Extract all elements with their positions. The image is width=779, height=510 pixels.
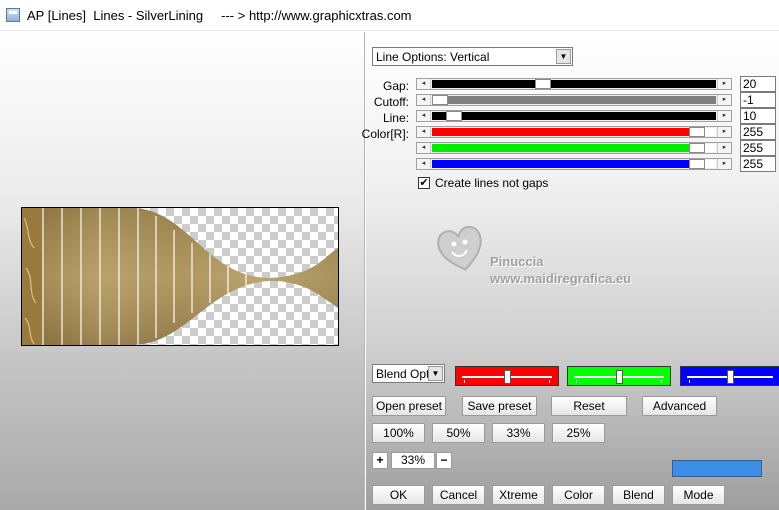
green-value-field[interactable]: 255	[740, 140, 776, 156]
heart-logo-icon	[437, 225, 482, 271]
zoom-25-button[interactable]: 25%	[552, 423, 605, 443]
zoom-in-button[interactable]: +	[372, 452, 388, 469]
gap-label: Gap:	[382, 79, 409, 93]
slider-thumb[interactable]	[446, 111, 462, 121]
line-label: Line:	[382, 111, 409, 125]
left-arrow-icon[interactable]: ◂	[417, 111, 431, 121]
create-lines-checkbox[interactable]: ✔	[418, 177, 430, 189]
green-slider-track[interactable]	[432, 143, 716, 153]
save-preset-button[interactable]: Save preset	[462, 396, 537, 416]
slider-thumb[interactable]	[689, 159, 705, 169]
slider-thumb[interactable]	[689, 127, 705, 137]
blue-value-field[interactable]: 255	[740, 156, 776, 172]
watermark: Pinuccia www.maidiregrafica.eu	[434, 222, 664, 292]
zoom-33-button[interactable]: 33%	[492, 423, 545, 443]
right-arrow-icon[interactable]: ▸	[717, 95, 731, 105]
preview-canvas	[22, 208, 338, 345]
slider-thumb[interactable]	[535, 79, 551, 89]
blue-blend-slider[interactable]	[680, 366, 779, 386]
gap-slider-track[interactable]	[432, 79, 716, 89]
tick-mark	[464, 380, 465, 383]
create-lines-label: Create lines not gaps	[435, 176, 549, 190]
ok-button[interactable]: OK	[372, 485, 425, 505]
gap-value-field[interactable]: 20	[740, 76, 776, 92]
cutoff-value-field[interactable]: -1	[740, 92, 776, 108]
green-blend-slider[interactable]	[567, 366, 671, 386]
blend-options-dropdown[interactable]: Blend Optio ▼	[372, 364, 445, 383]
blue-slider-track[interactable]	[432, 159, 716, 169]
mode-button[interactable]: Mode	[672, 485, 725, 505]
reset-button[interactable]: Reset	[551, 396, 627, 416]
left-arrow-icon[interactable]: ◂	[417, 143, 431, 153]
red-slider[interactable]: ◂ ▸	[416, 126, 732, 138]
right-arrow-icon[interactable]: ▸	[717, 159, 731, 169]
zoom-value-field[interactable]: 33%	[391, 452, 435, 469]
window-title: AP [Lines] Lines - SilverLining --- > ht…	[27, 8, 412, 23]
chevron-down-icon[interactable]: ▼	[556, 49, 571, 64]
zoom-out-button[interactable]: −	[436, 452, 452, 469]
color-swatch[interactable]	[672, 460, 762, 477]
watermark-url: www.maidiregrafica.eu	[490, 271, 632, 286]
title-bar: AP [Lines] Lines - SilverLining --- > ht…	[0, 0, 779, 31]
slider-fill	[432, 128, 689, 136]
slider-fill	[432, 144, 689, 152]
cancel-button[interactable]: Cancel	[432, 485, 485, 505]
line-slider-track[interactable]	[432, 111, 716, 121]
tick-mark	[576, 380, 577, 383]
chevron-down-icon[interactable]: ▼	[428, 366, 443, 381]
left-arrow-icon[interactable]: ◂	[417, 127, 431, 137]
color-r-label: Color[R]:	[361, 127, 409, 141]
slider-thumb[interactable]	[432, 95, 448, 105]
cutoff-slider[interactable]: ◂ ▸	[416, 94, 732, 106]
xtreme-button[interactable]: Xtreme	[492, 485, 545, 505]
zoom-100-button[interactable]: 100%	[372, 423, 425, 443]
red-blend-slider[interactable]	[455, 366, 559, 386]
cutoff-slider-track[interactable]	[432, 95, 716, 105]
right-arrow-icon[interactable]: ▸	[717, 143, 731, 153]
preview-image	[21, 207, 339, 346]
green-slider[interactable]: ◂ ▸	[416, 142, 732, 154]
blend-knob[interactable]	[504, 370, 511, 384]
tick-mark	[549, 380, 550, 383]
slider-fill	[432, 80, 535, 88]
slider-fill	[432, 112, 446, 120]
tick-mark	[689, 380, 690, 383]
right-arrow-icon[interactable]: ▸	[717, 127, 731, 137]
tick-mark	[661, 380, 662, 383]
line-options-value: Line Options: Vertical	[376, 50, 490, 64]
blend-knob[interactable]	[727, 370, 734, 384]
red-slider-track[interactable]	[432, 127, 716, 137]
cutoff-label: Cutoff:	[373, 95, 409, 109]
blend-button[interactable]: Blend	[612, 485, 665, 505]
blend-knob[interactable]	[616, 370, 623, 384]
right-arrow-icon[interactable]: ▸	[717, 79, 731, 89]
open-preset-button[interactable]: Open preset	[372, 396, 446, 416]
line-options-dropdown[interactable]: Line Options: Vertical ▼	[372, 47, 573, 66]
line-slider[interactable]: ◂ ▸	[416, 110, 732, 122]
advanced-button[interactable]: Advanced	[642, 396, 717, 416]
slider-fill	[432, 160, 689, 168]
watermark-name: Pinuccia	[490, 254, 544, 269]
gap-slider[interactable]: ◂ ▸	[416, 78, 732, 90]
app-window-icon	[6, 8, 20, 22]
line-value-field[interactable]: 10	[740, 108, 776, 124]
left-arrow-icon[interactable]: ◂	[417, 95, 431, 105]
right-arrow-icon[interactable]: ▸	[717, 111, 731, 121]
red-value-field[interactable]: 255	[740, 124, 776, 140]
slider-thumb[interactable]	[689, 143, 705, 153]
blue-slider[interactable]: ◂ ▸	[416, 158, 732, 170]
zoom-50-button[interactable]: 50%	[432, 423, 485, 443]
left-arrow-icon[interactable]: ◂	[417, 159, 431, 169]
left-arrow-icon[interactable]: ◂	[417, 79, 431, 89]
color-button[interactable]: Color	[552, 485, 605, 505]
